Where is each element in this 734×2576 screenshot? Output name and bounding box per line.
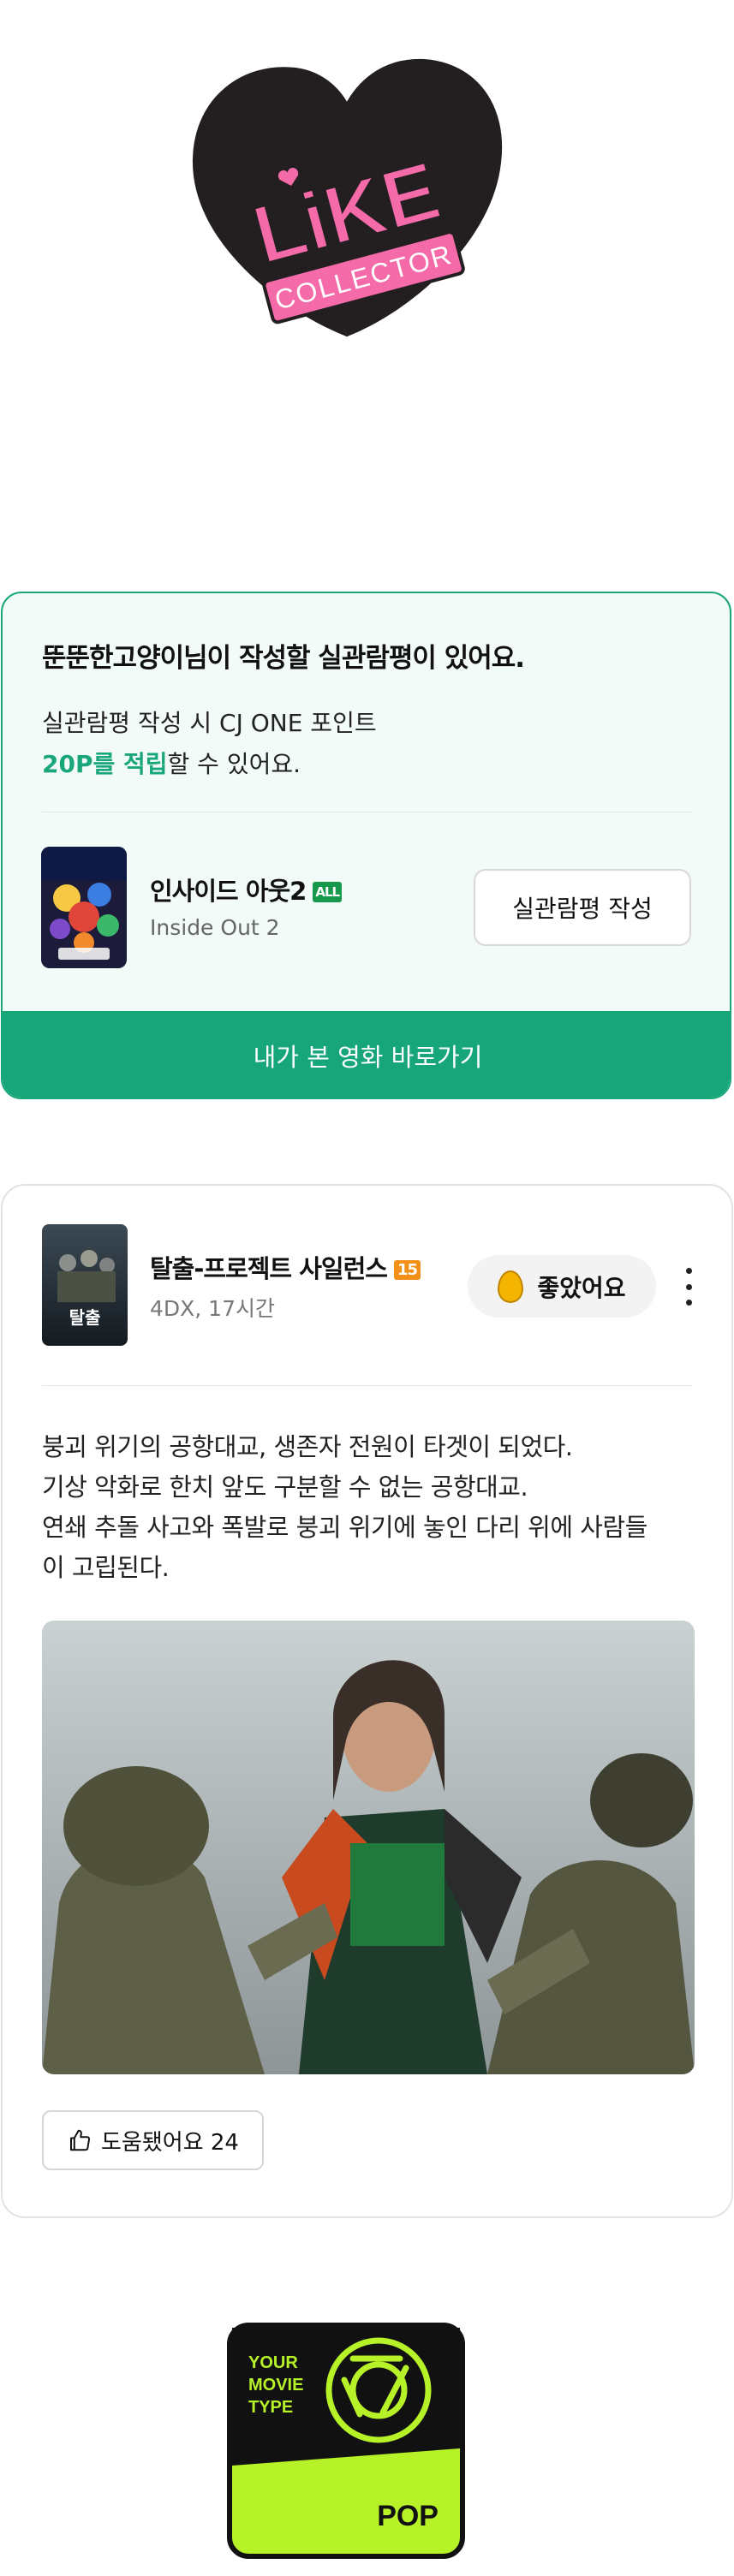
liked-reaction-button[interactable]: 좋았어요 <box>468 1255 656 1318</box>
review-meta: 4DX, 17시간 <box>150 1296 275 1321</box>
divider <box>42 1385 693 1386</box>
prompt-desc-tail: 할 수 있어요. <box>167 750 301 778</box>
egg-icon <box>498 1270 524 1303</box>
helpful-button[interactable]: 도움됐어요 24 <box>42 2110 264 2170</box>
review-photo[interactable] <box>42 1621 695 2074</box>
movie-title: 탈출-프로젝트 사일런스 15 <box>150 1249 421 1285</box>
prompt-title: 뚠뚠한고양이님이 작성할 실관람평이 있어요. <box>42 643 525 674</box>
more-vertical-icon[interactable] <box>676 1268 701 1306</box>
thumbs-up-icon <box>70 2129 91 2151</box>
like-collector-badge: LiKE COLLECTOR <box>192 58 503 337</box>
type-line-your: YOUR <box>248 2353 298 2372</box>
rating-badge-15: 15 <box>393 1260 421 1280</box>
movie-title: 인사이드 아웃2 ALL <box>150 872 343 907</box>
points-highlight: 20P를 적립 <box>42 750 168 778</box>
review-text: 붕괴 위기의 공항대교, 생존자 전원이 타겟이 되었다. 기상 악화로 한치 … <box>42 1432 647 1582</box>
write-review-button[interactable]: 실관람평 작성 <box>474 869 691 946</box>
prompt-description: 실관람평 작성 시 CJ ONE 포인트 20P를 적립할 수 있어요. <box>42 703 377 785</box>
type-line-movie: MOVIE <box>248 2376 303 2395</box>
helpful-label: 도움됐어요 24 <box>101 2129 239 2156</box>
rating-badge-all: ALL <box>313 882 343 902</box>
type-line-type: TYPE <box>248 2398 293 2417</box>
my-movies-button[interactable]: 내가 본 영화 바로가기 <box>3 1011 730 1098</box>
movie-type-label: POP <box>377 2500 439 2532</box>
review-prompt-card: 뚠뚠한고양이님이 작성할 실관람평이 있어요. 실관람평 작성 시 CJ ONE… <box>1 592 731 1099</box>
movie-english-title: Inside Out 2 <box>150 915 280 940</box>
aperture-icon <box>325 2337 432 2443</box>
movie-type-badge: YOUR MOVIE TYPE POP <box>227 2323 465 2559</box>
review-card: 탈출 탈출-프로젝트 사일런스 15 4DX, 17시간 좋았어요 붕괴 위기의 … <box>1 1184 733 2218</box>
prompt-desc-line1: 실관람평 작성 시 CJ ONE 포인트 <box>42 709 377 737</box>
movie-poster[interactable] <box>41 847 127 968</box>
poster-title-text: 탈출 <box>69 1307 101 1328</box>
movie-poster[interactable]: 탈출 <box>42 1224 128 1346</box>
liked-label: 좋았어요 <box>537 1273 626 1302</box>
